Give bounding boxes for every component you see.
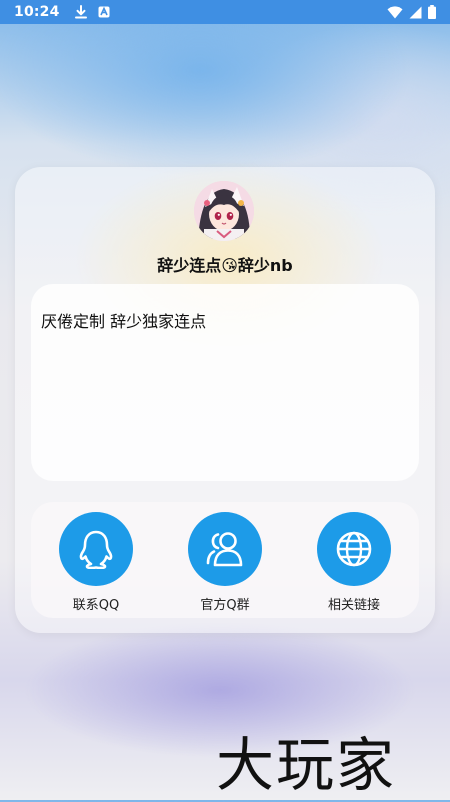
download-icon — [74, 5, 88, 19]
notice-panel: 厌倦定制 辞少独家连点 — [31, 284, 419, 481]
contact-qq-button[interactable]: 联系QQ — [46, 512, 146, 613]
qq-penguin-icon — [59, 512, 133, 586]
contact-qq-label: 联系QQ — [72, 598, 120, 613]
official-qq-group-label: 官方Q群 — [200, 598, 250, 613]
related-links-label: 相关链接 — [327, 598, 380, 613]
signal-icon — [409, 6, 422, 19]
status-left-icons — [74, 5, 110, 19]
main-card: 辞少连点😘辞少nb 厌倦定制 辞少独家连点 联系QQ 官方Q群 相关链接 — [15, 167, 435, 633]
battery-icon — [428, 5, 436, 19]
notice-text: 厌倦定制 辞少独家连点 — [41, 312, 207, 331]
action-panel: 联系QQ 官方Q群 相关链接 — [31, 502, 419, 618]
app-icon — [98, 6, 110, 18]
status-time: 10:24 — [14, 4, 60, 20]
profile-name: 辞少连点😘辞少nb — [157, 256, 293, 275]
status-bar: 10:24 — [0, 0, 450, 24]
group-users-icon — [188, 512, 262, 586]
related-links-button[interactable]: 相关链接 — [304, 512, 404, 613]
status-right-icons — [387, 5, 436, 19]
watermark-text: 大玩家 — [216, 731, 397, 799]
official-qq-group-button[interactable]: 官方Q群 — [175, 512, 275, 613]
anime-avatar-icon[interactable] — [194, 181, 254, 241]
globe-icon — [317, 512, 391, 586]
wifi-icon — [387, 5, 403, 19]
